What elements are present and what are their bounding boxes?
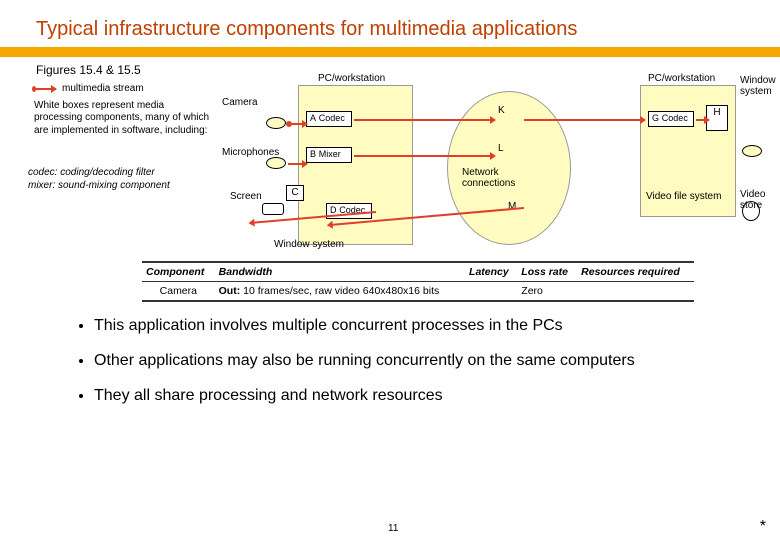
video-store-icon: [742, 201, 760, 221]
legend-definitions: codec: coding/decoding filter mixer: sou…: [28, 167, 216, 192]
footer-asterisk: *: [760, 518, 766, 536]
microphones-label: Microphones: [222, 147, 279, 158]
network-connections-label: Network connections: [462, 167, 532, 189]
cell-bw-text: 10 frames/sec, raw video 640x480x16 bits: [243, 285, 439, 297]
stream-arrow-1: [288, 123, 306, 125]
bullet-item: This application involves multiple concu…: [94, 316, 716, 337]
box-a-codec: A Codec: [306, 111, 352, 127]
box-g-codec: G Codec: [648, 111, 694, 127]
page-title: Typical infrastructure components for mu…: [0, 0, 780, 45]
box-g-letter: G: [652, 113, 659, 123]
pc-right-label: PC/workstation: [648, 73, 715, 84]
stream-arrow-5: [524, 119, 644, 121]
th-latency: Latency: [465, 263, 517, 282]
legend-codec: codec: coding/decoding filter: [28, 167, 155, 178]
stream-arrow-6: [696, 119, 708, 121]
right-device-icon-1: [742, 145, 762, 157]
legend-stream-label: multimedia stream: [62, 83, 144, 96]
th-component: Component: [142, 263, 215, 282]
stream-arrow-3: [288, 163, 306, 165]
diagram-stage: multimedia stream White boxes represent …: [0, 81, 780, 261]
page-number: 11: [388, 523, 398, 534]
box-b-label: Mixer: [319, 149, 341, 159]
legend-box: multimedia stream White boxes represent …: [28, 81, 216, 143]
stream-arrow-4: [354, 155, 494, 157]
camera-label: Camera: [222, 97, 258, 108]
screen-label: Screen: [230, 191, 262, 202]
box-g-label: Codec: [662, 113, 688, 123]
box-b-mixer: B Mixer: [306, 147, 352, 163]
cell-resources: [577, 282, 694, 301]
legend-whitebox-text: White boxes represent media processing c…: [34, 100, 210, 138]
cell-loss: Zero: [517, 282, 577, 301]
arrow-swatch-icon: [34, 88, 56, 90]
bullet-item: They all share processing and network re…: [94, 386, 716, 407]
camera-icon: [266, 117, 286, 129]
cell-component: Camera: [142, 282, 215, 301]
bullet-item: Other applications may also be running c…: [94, 351, 716, 372]
divider-orange: [0, 47, 780, 57]
video-file-system-label: Video file system: [646, 191, 721, 202]
cell-bw-dir: Out:: [219, 285, 241, 297]
node-m: M: [508, 201, 516, 212]
th-bandwidth: Bandwidth: [215, 263, 465, 282]
cell-latency: [465, 282, 517, 301]
window-system-right: Window system: [740, 75, 780, 97]
legend-mixer: mixer: sound-mixing component: [28, 180, 170, 191]
window-system-bottom: Window system: [274, 239, 344, 250]
microphone-icon: [266, 157, 286, 169]
bullet-list: This application involves multiple concu…: [76, 316, 716, 406]
stream-arrow-2: [354, 119, 494, 121]
pc-left-label: PC/workstation: [318, 73, 385, 84]
cell-bandwidth: Out: 10 frames/sec, raw video 640x480x16…: [215, 282, 465, 301]
box-c: C: [286, 185, 304, 201]
th-resources: Resources required: [577, 263, 694, 282]
table-row: Camera Out: 10 frames/sec, raw video 640…: [142, 282, 694, 301]
box-a-label: Codec: [319, 113, 345, 123]
node-k: K: [498, 105, 505, 116]
screen-icon: [262, 203, 284, 215]
components-table: Component Bandwidth Latency Loss rate Re…: [142, 261, 694, 302]
th-lossrate: Loss rate: [517, 263, 577, 282]
box-b-letter: B: [310, 149, 316, 159]
